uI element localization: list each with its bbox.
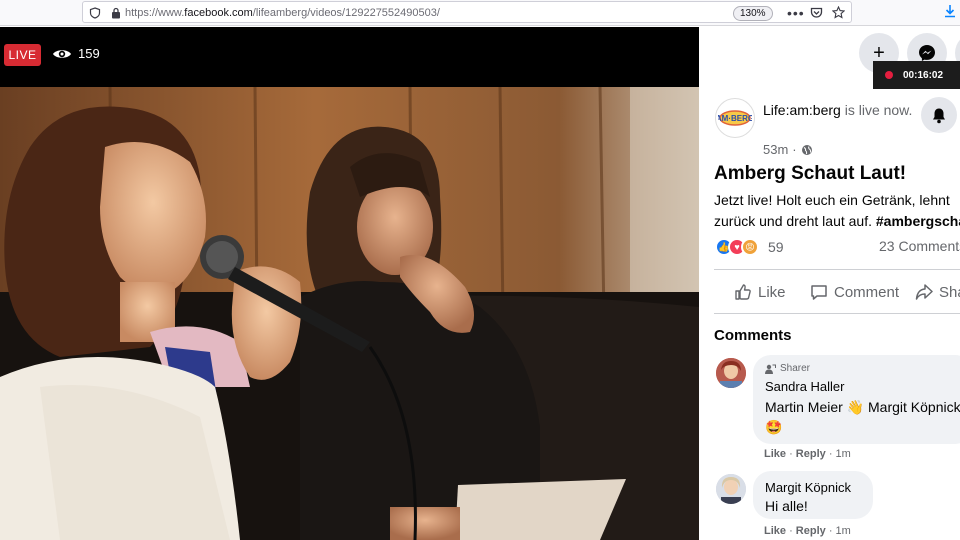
browser-toolbar: https://www.facebook.com/lifeamberg/vide… — [0, 0, 960, 26]
comment-reply-button[interactable]: Reply — [796, 525, 826, 537]
comments-heading: Comments — [714, 327, 792, 344]
shield-icon[interactable] — [89, 2, 101, 24]
comment-author-link[interactable]: Margit Köpnick — [765, 480, 851, 495]
comment-age[interactable]: 1m — [836, 525, 851, 537]
post-title: Amberg Schaut Laut! — [714, 163, 907, 184]
comment-text: Hi alle! — [765, 498, 808, 514]
reaction-count: 59 — [768, 239, 784, 255]
pocket-icon[interactable] — [810, 2, 823, 24]
comment-text: Martin Meier 👋 Margit Köpnick 🤩 — [765, 399, 960, 435]
comment-like-button[interactable]: Like — [764, 525, 786, 537]
share-icon — [915, 284, 933, 300]
post-side-panel: + 00:16:02 AM·BERG Life:am:berg is live … — [699, 27, 960, 540]
post-description: Jetzt live! Holt euch ein Getränk, lehnt… — [714, 190, 960, 232]
share-label: Share — [939, 283, 960, 301]
url-text[interactable]: https://www.facebook.com/lifeamberg/vide… — [125, 2, 440, 24]
amberg-logo-icon: AM·BERG — [718, 110, 752, 126]
angry-reaction-icon: 😡 — [741, 238, 759, 256]
divider — [714, 269, 960, 270]
person-share-icon — [765, 364, 776, 374]
comment-count-link[interactable]: 23 Comments — [879, 238, 960, 254]
live-status-text: is live now. — [840, 102, 913, 118]
recording-indicator: 00:16:02 — [873, 61, 960, 89]
comment-actions: Like · Reply · 1m — [764, 525, 851, 537]
comment-age[interactable]: 1m — [836, 448, 851, 460]
address-bar[interactable]: https://www.facebook.com/lifeamberg/vide… — [82, 1, 852, 23]
thumbs-up-icon — [735, 284, 751, 300]
avatar[interactable] — [716, 474, 746, 504]
post-meta: 53m · — [763, 142, 813, 157]
comment-like-button[interactable]: Like — [764, 448, 786, 460]
star-icon[interactable] — [831, 2, 846, 24]
eye-icon — [53, 49, 71, 58]
comment-bubble: Margit Köpnick Hi alle! — [753, 471, 873, 519]
hashtag-link[interactable]: #ambergschautlaut — [876, 213, 960, 229]
live-video-player[interactable]: LIVE 159 — [0, 27, 699, 540]
user-photo-icon — [716, 358, 746, 388]
recording-time: 00:16:02 — [903, 69, 944, 81]
page-avatar[interactable]: AM·BERG — [715, 98, 755, 138]
notification-bell-button[interactable] — [921, 97, 957, 133]
sharer-label: Sharer — [780, 363, 811, 374]
sharer-badge: Sharer — [765, 363, 810, 374]
post-description-line: Jetzt live! Holt euch ein Getränk, lehnt — [714, 192, 950, 208]
bell-icon — [933, 108, 945, 123]
page-name-link[interactable]: Life:am:berg — [763, 102, 841, 118]
comment-author-link[interactable]: Sandra Haller — [765, 379, 845, 394]
comment-icon — [811, 285, 827, 300]
video-frame — [0, 87, 699, 540]
svg-text:AM·BERG: AM·BERG — [718, 114, 752, 123]
post-description-line: zurück und dreht laut auf. — [714, 213, 876, 229]
reactions-summary[interactable]: 👍 ♥ 😡 59 — [715, 238, 784, 256]
ellipsis-icon[interactable]: ••• — [787, 2, 805, 24]
comment-button[interactable]: Comment — [810, 281, 899, 303]
download-icon[interactable] — [944, 0, 956, 22]
globe-icon — [801, 144, 812, 155]
live-badge: LIVE — [4, 44, 41, 66]
record-dot-icon — [885, 71, 893, 79]
viewer-counter: 159 — [52, 46, 100, 61]
divider — [714, 313, 960, 314]
comment-reply-button[interactable]: Reply — [796, 448, 826, 460]
messenger-icon — [919, 45, 935, 61]
comment-actions: Like · Reply · 1m — [764, 448, 851, 460]
share-button[interactable]: Share — [915, 281, 960, 303]
comment-bubble: Sharer Sandra Haller Martin Meier 👋 Marg… — [753, 355, 960, 444]
user-photo-icon — [716, 474, 746, 504]
avatar[interactable] — [716, 358, 746, 388]
like-label: Like — [758, 283, 786, 301]
like-button[interactable]: Like — [734, 281, 786, 303]
comment-label: Comment — [834, 283, 900, 301]
viewer-count: 159 — [78, 46, 100, 61]
post-header: Life:am:berg is live now. — [763, 101, 913, 120]
lock-icon[interactable] — [111, 2, 121, 24]
post-age[interactable]: 53m — [763, 142, 788, 157]
zoom-level-badge[interactable]: 130% — [733, 6, 773, 21]
